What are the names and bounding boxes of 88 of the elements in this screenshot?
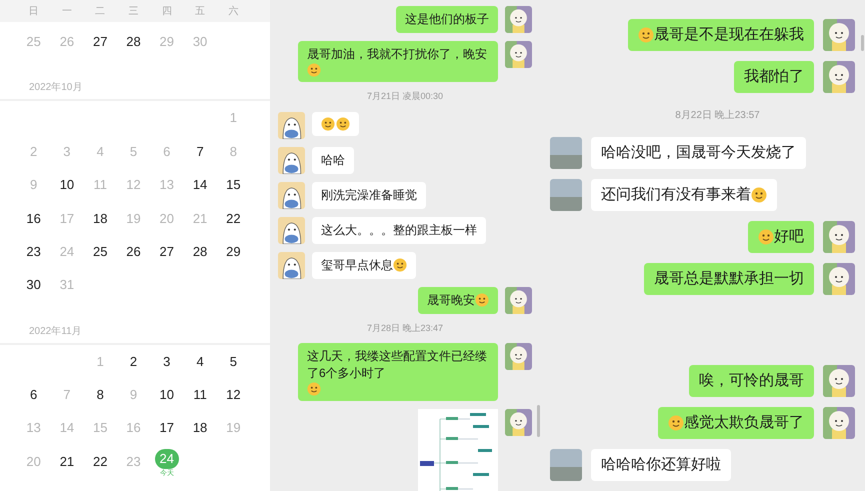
chat-bubble[interactable]: 感觉太欺负晟哥了 [658, 407, 814, 439]
chat-bubble[interactable]: 刚洗完澡准备睡觉 [312, 182, 426, 208]
message-text: 晟哥是不是现在在躲我 [654, 25, 804, 45]
weekday-label: 三 [128, 4, 138, 18]
calendar-day[interactable]: 27 [92, 32, 108, 52]
message-text: 这几天，我缕这些配置文件已经缕了6个多小时了 [307, 348, 488, 382]
calendar-day[interactable]: 3 [163, 352, 170, 372]
scrollbar[interactable] [537, 405, 540, 437]
calendar-day[interactable]: 21 [60, 452, 74, 472]
scrollbar[interactable] [861, 35, 864, 51]
chat-bubble[interactable]: 玺哥早点休息 [312, 252, 416, 278]
message-text: 哈哈 [321, 152, 345, 168]
calendar-day[interactable]: 7 [196, 142, 204, 162]
smiley-icon [321, 116, 335, 130]
chat-bubble[interactable]: 好吧 [748, 221, 814, 253]
timestamp: 7月21日 凌晨00:30 [366, 90, 444, 103]
chat-bubble[interactable]: 唉，可怜的晟哥 [689, 365, 814, 397]
calendar-day[interactable]: 30 [26, 275, 41, 295]
calendar-day[interactable]: 16 [26, 208, 41, 228]
calendar-day[interactable]: 27 [160, 242, 174, 262]
smiley-icon [336, 116, 350, 130]
message-text: 刚洗完澡准备睡觉 [321, 186, 417, 204]
chat-bubble[interactable]: 哈哈哈你还算好啦 [591, 449, 731, 481]
timestamp: 8月22日 晚上23:57 [675, 108, 760, 122]
chat-bubble[interactable]: 晟哥加油，我就不打扰你了，晚安 [298, 41, 498, 82]
chat-bubble[interactable]: 这几天，我缕这些配置文件已经缕了6个多小时了 [298, 343, 498, 401]
weekday-label: 六 [228, 4, 238, 18]
chat-bubble[interactable]: 晟哥是不是现在在躲我 [628, 19, 814, 51]
calendar-day[interactable]: 15 [226, 175, 241, 195]
calendar-day[interactable]: 28 [126, 32, 141, 52]
weekday-label: 一 [62, 4, 72, 18]
calendar-day[interactable]: 23 [26, 242, 41, 262]
calendar-day[interactable]: 4 [196, 352, 204, 372]
message-text: 感觉太欺负晟哥了 [684, 413, 804, 433]
calendar-day[interactable]: 12 [226, 385, 241, 405]
photo-placeholder[interactable] [550, 179, 582, 211]
chat-bubble[interactable]: 哈哈 [312, 146, 354, 174]
message-text: 哈哈没吧，国晟哥今天发烧了 [601, 143, 796, 163]
photo-placeholder[interactable] [550, 137, 582, 169]
weekday-label: 四 [162, 4, 172, 18]
message-text: 晟哥晚安 [427, 292, 475, 308]
cartoon-avatar[interactable] [278, 216, 305, 244]
calendar-day[interactable]: 11 [193, 385, 207, 405]
cartoon-avatar[interactable] [278, 182, 305, 208]
cartoon-avatar[interactable] [278, 112, 305, 138]
weekday-label: 日 [28, 4, 39, 18]
chat-bubble[interactable]: 我都怕了 [734, 61, 814, 93]
message-text: 晟哥加油，我就不打扰你了，晚安 [307, 46, 487, 63]
calendar-day[interactable]: 22 [92, 452, 108, 472]
message-text: 好吧 [774, 227, 804, 247]
calendar-day[interactable]: 17 [160, 418, 174, 438]
calendar-day[interactable]: 25 [92, 242, 108, 262]
month-title: 2022年10月 [29, 81, 82, 96]
calendar-day[interactable]: 10 [60, 175, 74, 195]
timestamp: 7月28日 晚上23:47 [366, 322, 444, 334]
calendar-day[interactable]: 22 [226, 208, 241, 228]
message-text: 这是他们的板子 [405, 11, 489, 28]
calendar-day[interactable]: 6 [30, 385, 38, 405]
cartoon-avatar[interactable] [278, 146, 305, 174]
calendar-day[interactable]: 5 [230, 352, 237, 372]
message-text: 还问我们有没有事来着 [601, 185, 751, 205]
message-text: 玺哥早点休息 [321, 256, 393, 274]
chat-bubble[interactable]: 晟哥总是默默承担一切 [644, 263, 814, 295]
chat-bubble[interactable]: 晟哥晚安 [418, 286, 498, 314]
calendar-day[interactable]: 26 [126, 242, 141, 262]
calendar-day[interactable]: 18 [192, 418, 208, 438]
calendar-day[interactable]: 10 [160, 385, 174, 405]
chat-bubble[interactable]: 这么大。。。整的跟主板一样 [312, 216, 486, 244]
chat-bubble[interactable]: 哈哈没吧，国晟哥今天发烧了 [591, 137, 806, 169]
calendar-day[interactable]: 29 [226, 242, 241, 262]
weekday-label: 二 [95, 4, 106, 18]
message-text: 我都怕了 [744, 67, 804, 87]
calendar-day[interactable]: 28 [192, 242, 208, 262]
chat-bubble[interactable]: 这是他们的板子 [396, 6, 498, 33]
message-text: 唉，可怜的晟哥 [699, 371, 804, 391]
chat-bubble[interactable] [312, 112, 359, 136]
calendar-day[interactable]: 2 [130, 352, 138, 372]
chat-bubble[interactable]: 还问我们有没有事来着 [591, 179, 777, 211]
photo-placeholder[interactable] [550, 449, 582, 481]
calendar-day[interactable]: 18 [92, 208, 108, 228]
month-title: 2022年11月 [29, 324, 82, 339]
calendar-day[interactable]: 8 [96, 385, 104, 405]
message-text: 晟哥总是默默承担一切 [654, 269, 804, 289]
message-text: 这么大。。。整的跟主板一样 [321, 222, 477, 238]
calendar-day[interactable]: 14 [192, 175, 208, 195]
weekday-label: 五 [195, 4, 206, 18]
message-text: 哈哈哈你还算好啦 [601, 455, 721, 475]
cartoon-avatar[interactable] [278, 252, 305, 278]
